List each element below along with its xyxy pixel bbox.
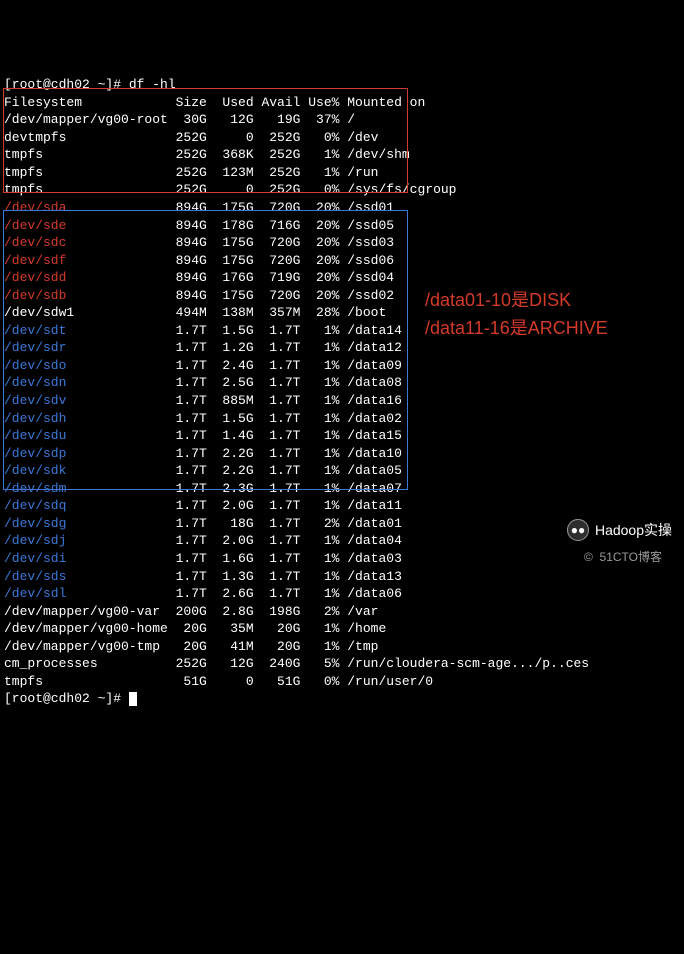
df-row-data: /dev/sdp 1.7T 2.2G 1.7T 1% /data10	[4, 445, 680, 463]
watermark-51cto: © 51CTO博客	[584, 549, 662, 565]
df-row: /dev/mapper/vg00-tmp 20G 41M 20G 1% /tmp	[4, 638, 680, 656]
df-row-data: /dev/sdk 1.7T 2.2G 1.7T 1% /data05	[4, 462, 680, 480]
df-row: tmpfs 252G 368K 252G 1% /dev/shm	[4, 146, 680, 164]
prompt-line[interactable]: [root@cdh02 ~]#	[4, 690, 680, 708]
annotation-disk: /data01-10是DISK	[425, 288, 684, 312]
command-text: df -hl	[129, 77, 176, 92]
df-row: /dev/mapper/vg00-root 30G 12G 19G 37% /	[4, 111, 680, 129]
terminal-output: [root@cdh02 ~]# df -hlFilesystem Size Us…	[4, 76, 680, 708]
df-row-ssd: /dev/sdf 894G 175G 720G 20% /ssd06	[4, 252, 680, 270]
cursor	[129, 692, 137, 706]
watermark-wechat: ●● Hadoop实操	[567, 519, 672, 541]
df-row-ssd: /dev/sda 894G 175G 720G 20% /ssd01	[4, 199, 680, 217]
df-row: /dev/mapper/vg00-var 200G 2.8G 198G 2% /…	[4, 603, 680, 621]
df-row-data: /dev/sdv 1.7T 885M 1.7T 1% /data16	[4, 392, 680, 410]
prompt-line: [root@cdh02 ~]# df -hl	[4, 76, 680, 94]
df-row: devtmpfs 252G 0 252G 0% /dev	[4, 129, 680, 147]
df-row-ssd: /dev/sdd 894G 176G 719G 20% /ssd04	[4, 269, 680, 287]
df-row-ssd: /dev/sde 894G 178G 716G 20% /ssd05	[4, 217, 680, 235]
df-row-data: /dev/sdr 1.7T 1.2G 1.7T 1% /data12	[4, 339, 680, 357]
watermark-wechat-text: Hadoop实操	[595, 521, 672, 540]
wechat-icon: ●●	[567, 519, 589, 541]
df-row-data: /dev/sdn 1.7T 2.5G 1.7T 1% /data08	[4, 374, 680, 392]
df-row: tmpfs 252G 0 252G 0% /sys/fs/cgroup	[4, 181, 680, 199]
df-row: cm_processes 252G 12G 240G 5% /run/cloud…	[4, 655, 680, 673]
df-row-data: /dev/sdu 1.7T 1.4G 1.7T 1% /data15	[4, 427, 680, 445]
df-row-data: /dev/sdm 1.7T 2.3G 1.7T 1% /data07	[4, 480, 680, 498]
df-row-data: /dev/sdi 1.7T 1.6G 1.7T 1% /data03	[4, 550, 680, 568]
df-row: /dev/mapper/vg00-home 20G 35M 20G 1% /ho…	[4, 620, 680, 638]
df-row-data: /dev/sdl 1.7T 2.6G 1.7T 1% /data06	[4, 585, 680, 603]
df-row: tmpfs 51G 0 51G 0% /run/user/0	[4, 673, 680, 691]
df-row: tmpfs 252G 123M 252G 1% /run	[4, 164, 680, 182]
df-row-data: /dev/sds 1.7T 1.3G 1.7T 1% /data13	[4, 568, 680, 586]
df-row-data: /dev/sdo 1.7T 2.4G 1.7T 1% /data09	[4, 357, 680, 375]
annotation-archive: /data11-16是ARCHIVE	[425, 316, 684, 340]
df-row-data: /dev/sdq 1.7T 2.0G 1.7T 1% /data11	[4, 497, 680, 515]
df-row-data: /dev/sdh 1.7T 1.5G 1.7T 1% /data02	[4, 410, 680, 428]
df-header: Filesystem Size Used Avail Use% Mounted …	[4, 94, 680, 112]
df-row-ssd: /dev/sdc 894G 175G 720G 20% /ssd03	[4, 234, 680, 252]
